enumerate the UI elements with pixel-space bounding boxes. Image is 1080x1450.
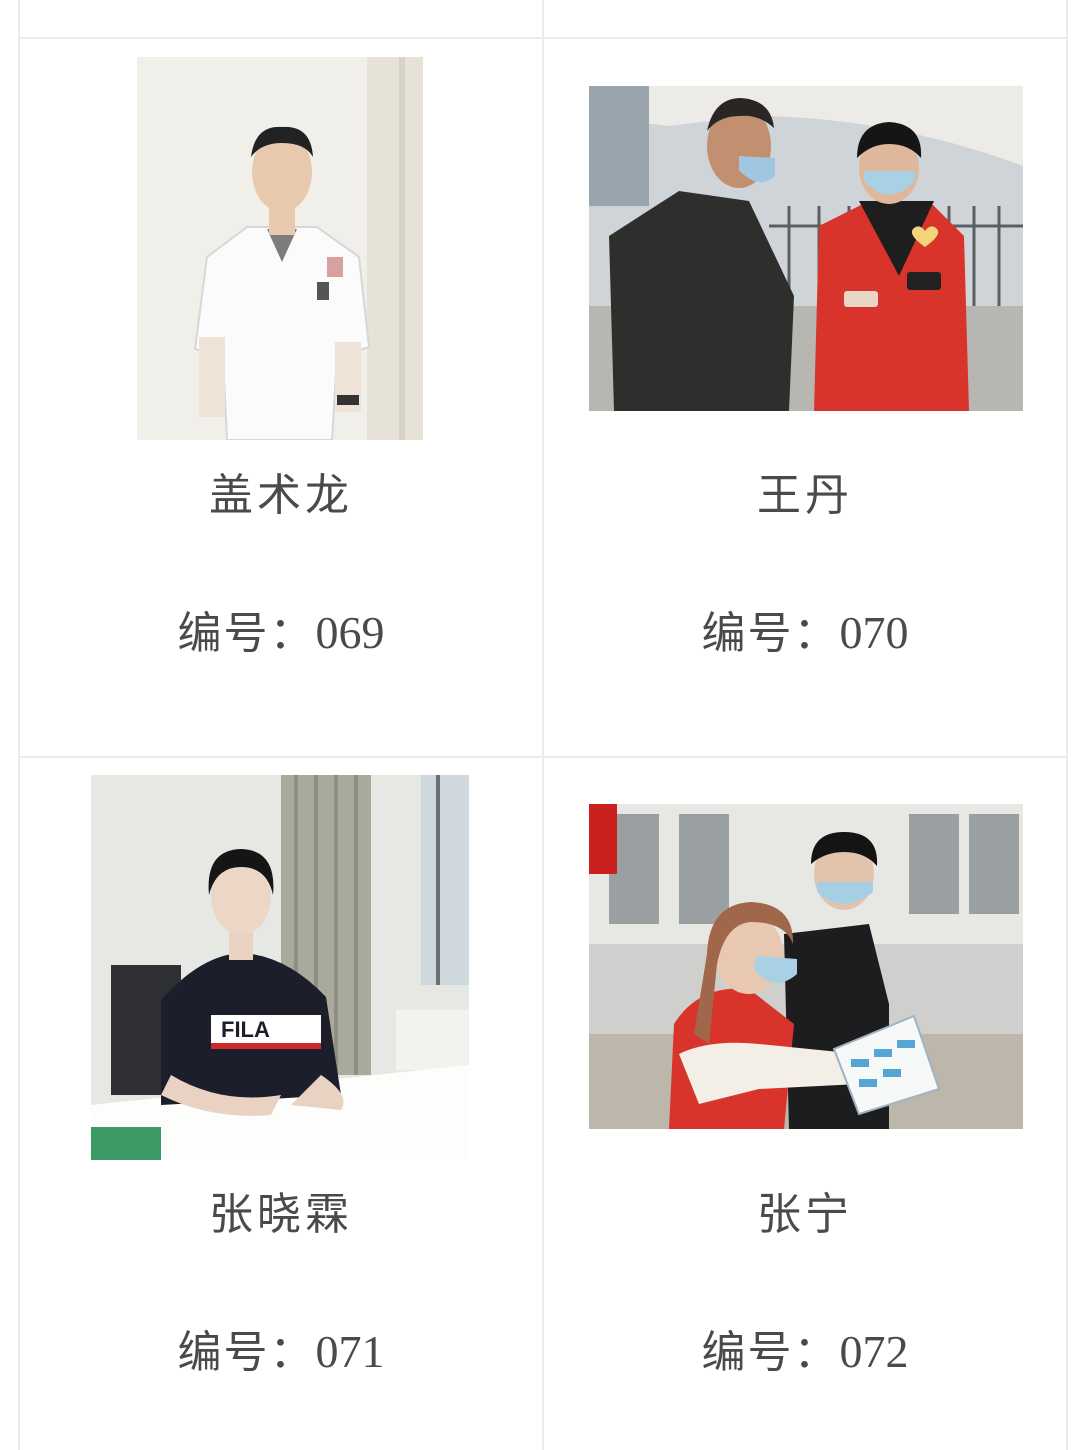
number-label: 编号： [701, 1327, 840, 1378]
number-value: 069 [315, 607, 385, 658]
candidate-number: 编号：071 [20, 1316, 542, 1380]
candidate-card[interactable]: 王丹 编号：070 [544, 39, 1066, 756]
number-value: 072 [839, 1326, 909, 1377]
number-label: 编号： [177, 1327, 316, 1378]
candidate-number: 编号：069 [20, 597, 542, 661]
number-label: 编号： [701, 608, 840, 659]
number-value: 071 [315, 1326, 385, 1377]
number-value: 070 [839, 607, 909, 658]
number-label: 编号： [177, 608, 316, 659]
candidate-card[interactable]: 张宁 编号：072 [544, 758, 1066, 1450]
candidate-number: 编号：070 [544, 597, 1066, 661]
candidate-number: 编号：072 [544, 1316, 1066, 1380]
candidate-card[interactable]: 盖术龙 编号：069 [20, 39, 542, 756]
candidate-name: 盖术龙 [209, 470, 353, 521]
candidate-name: 张晓霖 [209, 1189, 353, 1240]
candidate-name: 张宁 [757, 1189, 853, 1240]
svg-text:FILA: FILA [221, 1017, 270, 1042]
candidate-name: 王丹 [757, 470, 853, 521]
person-photo-icon: FILA [91, 775, 469, 1160]
volunteer-photo-icon [589, 804, 1023, 1129]
person-photo-icon [137, 57, 423, 440]
volunteer-photo-icon [589, 86, 1023, 411]
candidate-card[interactable]: FILA 张晓霖 编号：071 [20, 758, 542, 1450]
